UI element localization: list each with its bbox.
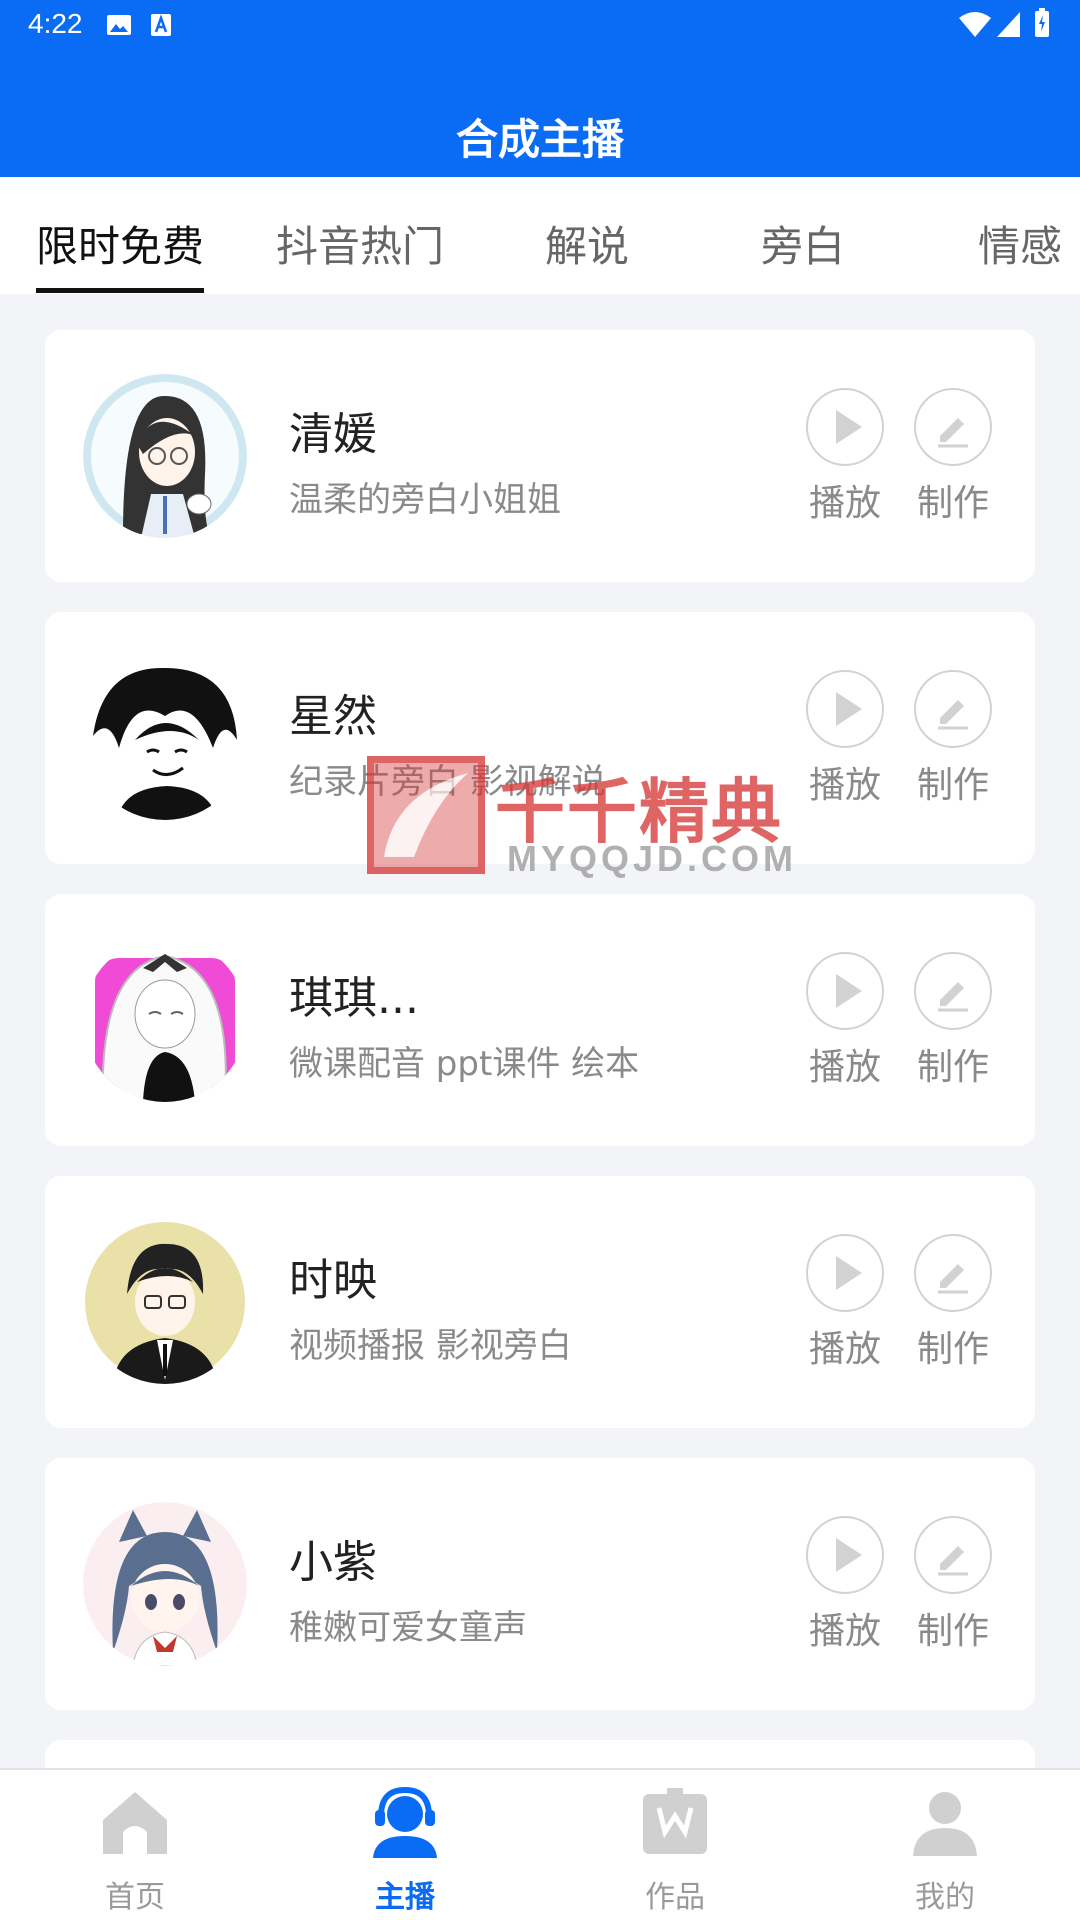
bottom-nav: 首页 主播 作品 我的 — [0, 1768, 1080, 1920]
play-label: 播放 — [808, 1047, 881, 1088]
make-button[interactable]: 制作 — [913, 1234, 993, 1372]
anchor-avatar — [83, 1220, 247, 1384]
page-title: 合成主播 — [455, 115, 624, 164]
play-icon — [836, 1256, 862, 1290]
signal-icon — [997, 12, 1020, 37]
watermark: 千千精典 MYQQJD.COM — [367, 756, 797, 881]
make-label: 制作 — [916, 765, 989, 806]
edit-icon — [938, 700, 968, 730]
make-button[interactable]: 制作 — [913, 1516, 993, 1654]
nav-works[interactable]: 作品 — [600, 1784, 750, 1916]
play-label: 播放 — [808, 1329, 881, 1370]
make-label: 制作 — [916, 1047, 989, 1088]
category-tabs: 限时免费 抖音热门 解说 旁白 情感 — [0, 177, 1080, 294]
play-button[interactable]: 播放 — [805, 1234, 885, 1372]
anchor-description: 微课配音 ppt课件 绘本 — [289, 1044, 640, 1084]
make-label: 制作 — [916, 1611, 989, 1652]
anchor-list[interactable]: 清媛 温柔的旁白小姐姐 播放 制作 星然 影视解说 播放 制作 琪琪... 微课… — [0, 294, 1080, 1768]
make-button[interactable]: 制作 — [913, 388, 993, 526]
anchor-card[interactable]: 时映 视频播报 影视旁白 播放 制作 — [45, 1176, 1035, 1428]
tab-commentary[interactable]: 解说 — [545, 213, 629, 274]
works-icon — [643, 1788, 707, 1854]
play-icon — [836, 692, 862, 726]
anchor-card-partial[interactable] — [45, 1740, 1035, 1768]
wifi-icon — [959, 12, 991, 37]
anchor-avatar — [83, 1502, 247, 1666]
anchor-avatar — [83, 374, 247, 538]
anchor-card[interactable]: 小紫 稚嫩可爱女童声 播放 制作 — [45, 1458, 1035, 1710]
play-icon — [836, 974, 862, 1008]
profile-icon — [913, 1792, 977, 1856]
nav-home[interactable]: 首页 — [60, 1784, 210, 1916]
anchor-card[interactable]: 琪琪... 微课配音 ppt课件 绘本 播放 制作 — [45, 894, 1035, 1146]
play-icon — [836, 1538, 862, 1572]
home-icon — [103, 1792, 167, 1854]
nav-anchor[interactable]: 主播 — [330, 1784, 480, 1916]
battery-icon — [1035, 8, 1049, 37]
nav-mine-label: 我的 — [915, 1880, 975, 1915]
anchor-name: 时映 — [289, 1255, 377, 1306]
nav-mine[interactable]: 我的 — [870, 1784, 1020, 1916]
nav-anchor-label: 主播 — [375, 1880, 435, 1915]
watermark-logo — [367, 756, 485, 874]
make-button[interactable]: 制作 — [913, 670, 993, 808]
edit-icon — [938, 1546, 968, 1576]
active-tab-indicator — [36, 288, 204, 293]
text-notification-icon — [151, 14, 171, 36]
anchor-name: 小紫 — [289, 1537, 377, 1588]
headset-user-icon — [373, 1786, 437, 1858]
edit-icon — [938, 418, 968, 448]
anchor-description: 稚嫩可爱女童声 — [289, 1608, 527, 1648]
anchor-name: 星然 — [289, 691, 377, 742]
anchor-description: 温柔的旁白小姐姐 — [289, 480, 561, 520]
status-time: 4:22 — [28, 8, 83, 39]
play-icon — [836, 410, 862, 444]
anchor-description: 视频播报 影视旁白 — [289, 1326, 572, 1366]
play-button[interactable]: 播放 — [805, 952, 885, 1090]
anchor-card[interactable]: 清媛 温柔的旁白小姐姐 播放 制作 — [45, 330, 1035, 582]
anchor-name: 清媛 — [289, 409, 377, 460]
image-notification-icon — [107, 15, 131, 35]
play-button[interactable]: 播放 — [805, 1516, 885, 1654]
watermark-text-en: MYQQJD.COM — [507, 838, 798, 879]
nav-home-label: 首页 — [105, 1880, 165, 1915]
play-label: 播放 — [808, 765, 881, 806]
make-label: 制作 — [916, 483, 989, 524]
tab-narration[interactable]: 旁白 — [761, 213, 845, 274]
anchor-avatar — [83, 938, 247, 1102]
status-bar: 4:22 — [0, 0, 1080, 52]
play-button[interactable]: 播放 — [805, 670, 885, 808]
nav-works-label: 作品 — [645, 1880, 705, 1915]
tab-limited-free[interactable]: 限时免费 — [36, 213, 204, 274]
play-button[interactable]: 播放 — [805, 388, 885, 526]
anchor-avatar — [83, 656, 247, 820]
edit-icon — [938, 982, 968, 1012]
play-label: 播放 — [808, 483, 881, 524]
play-label: 播放 — [808, 1611, 881, 1652]
make-label: 制作 — [916, 1329, 989, 1370]
tab-emotion[interactable]: 情感 — [978, 213, 1062, 274]
app-header: 4:22 合成主播 — [0, 0, 1080, 177]
make-button[interactable]: 制作 — [913, 952, 993, 1090]
edit-icon — [938, 1264, 968, 1294]
tab-douyin-hot[interactable]: 抖音热门 — [276, 213, 444, 274]
anchor-name: 琪琪... — [289, 973, 419, 1024]
